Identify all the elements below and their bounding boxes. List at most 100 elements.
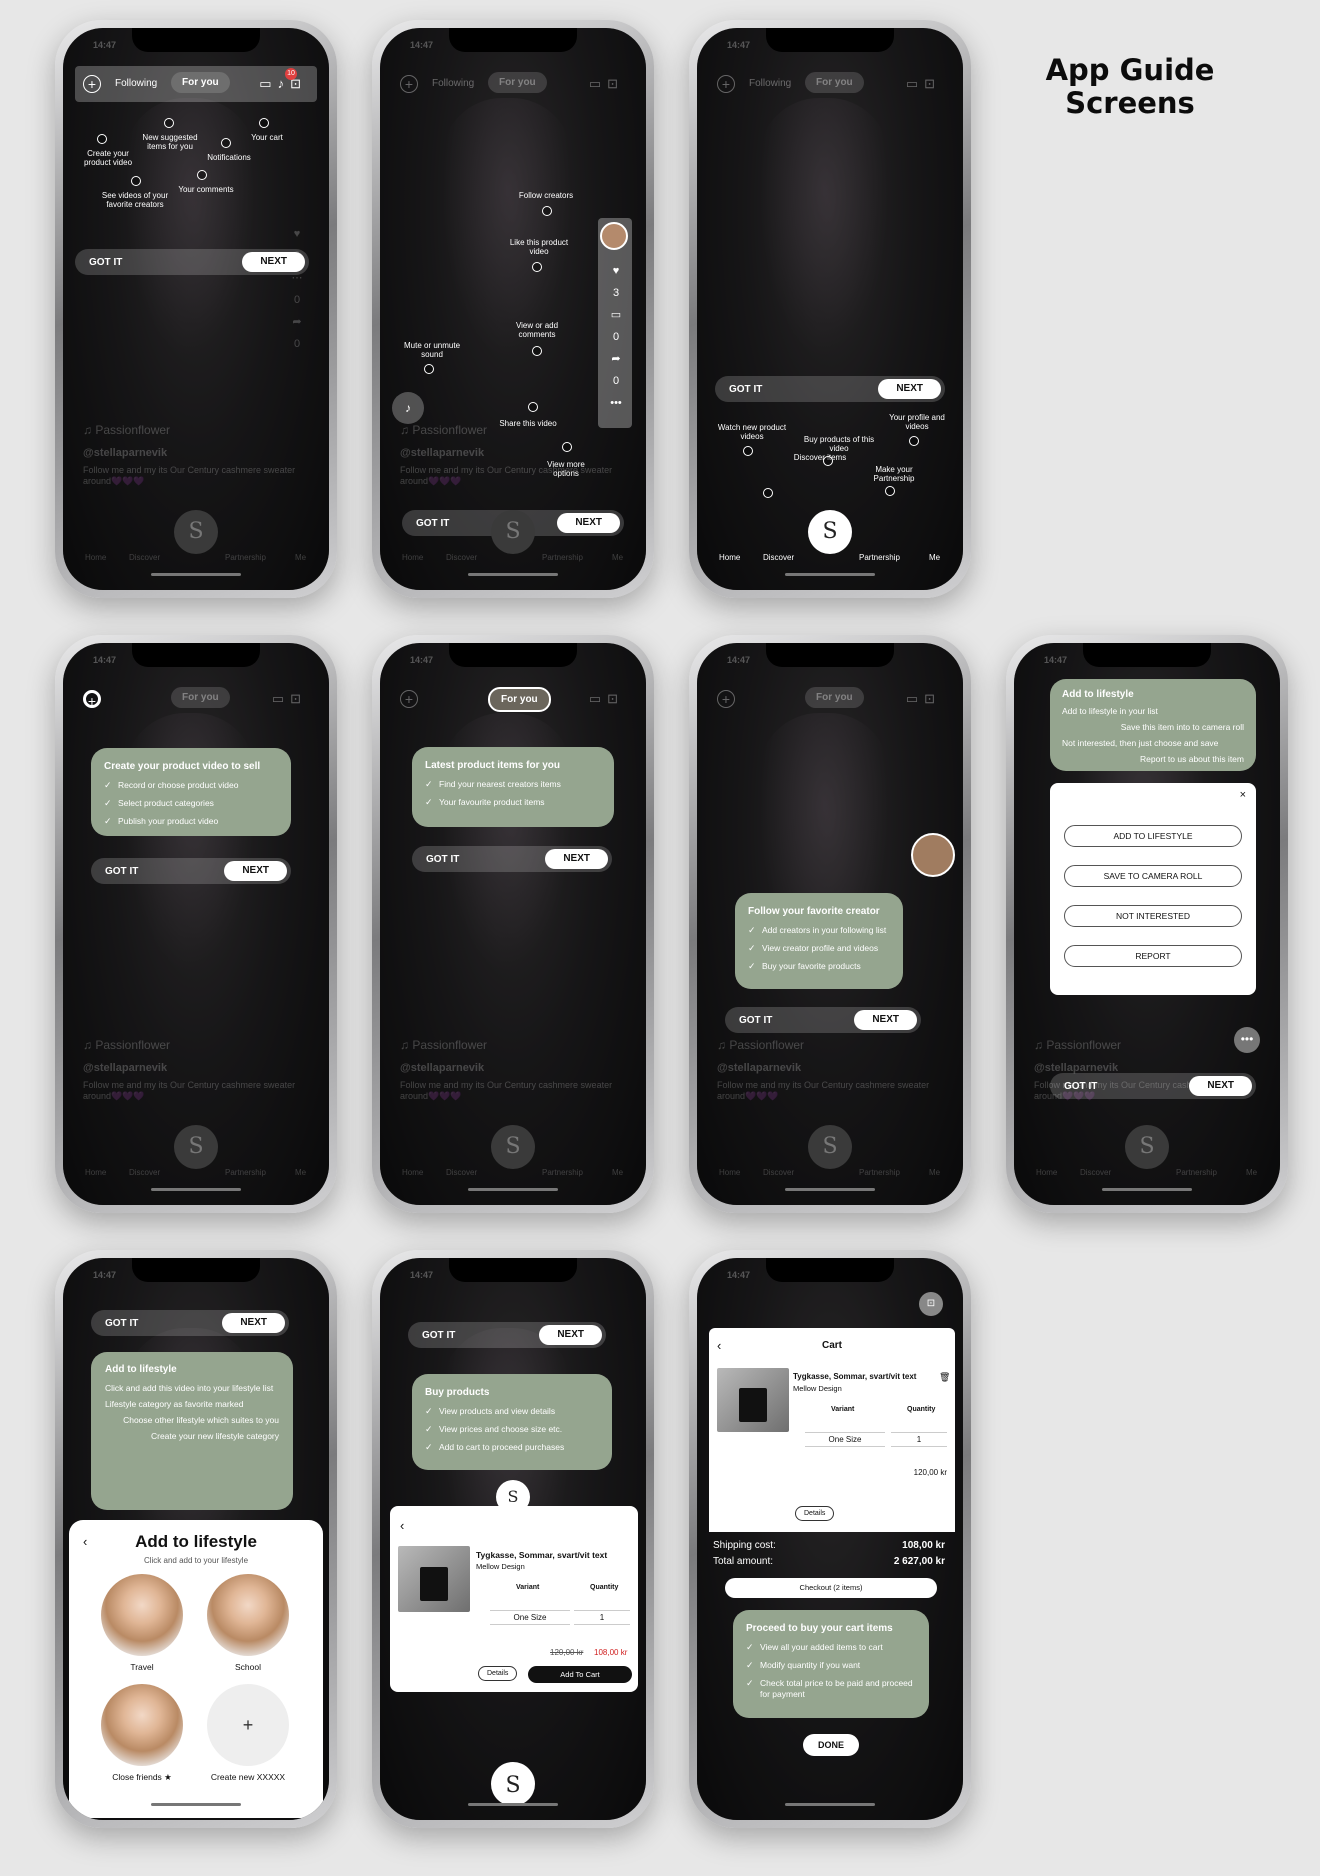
comments-icon[interactable]: ▭ [259, 76, 277, 91]
nav-partnership[interactable]: Partnership [225, 1168, 266, 1177]
mute-icon[interactable]: ♪ [392, 392, 424, 424]
nav-home[interactable]: Home [85, 1168, 106, 1177]
nav-me[interactable]: Me [929, 553, 940, 562]
nav-me[interactable]: Me [1246, 1168, 1257, 1177]
next-button[interactable]: NEXT [539, 1325, 602, 1345]
nav-me[interactable]: Me [929, 1168, 940, 1177]
screen-5: 14:47 + For you ▭⊡ Latest product items … [380, 643, 646, 1205]
details-button[interactable]: Details [795, 1506, 835, 1521]
got-it-button[interactable]: GOT IT [729, 384, 762, 395]
got-it-button[interactable]: GOT IT [89, 257, 122, 268]
next-button[interactable]: NEXT [222, 1313, 285, 1333]
create-video-button[interactable]: + [400, 75, 418, 93]
nav-partnership[interactable]: Partnership [859, 1168, 900, 1177]
nav-home[interactable]: Home [1036, 1168, 1057, 1177]
nav-discover[interactable]: Discover [763, 1168, 794, 1177]
old-price: 120,00 kr [550, 1648, 584, 1657]
creator-avatar[interactable] [600, 222, 628, 250]
guide-card: Follow your favorite creator Add creator… [735, 893, 903, 989]
bottom-nav: Home Discover S Partnership Me [63, 1125, 329, 1183]
got-it-button[interactable]: GOT IT [739, 1015, 772, 1026]
trash-icon[interactable]: 🗑 [939, 1372, 950, 1383]
s-logo-button[interactable]: S [174, 510, 218, 554]
done-button[interactable]: DONE [803, 1734, 859, 1756]
create-video-button[interactable]: + [83, 690, 101, 709]
got-it-button[interactable]: GOT IT [105, 866, 138, 877]
s-logo-button[interactable]: S [808, 1125, 852, 1169]
quantity-stepper[interactable]: 1 [891, 1432, 947, 1447]
nav-partnership[interactable]: Partnership [859, 553, 900, 562]
got-it-button[interactable]: GOT IT [422, 1330, 455, 1341]
guide-controls: GOT IT NEXT [1050, 1073, 1256, 1099]
create-video-button[interactable]: + [83, 75, 101, 93]
report-button[interactable]: REPORT [1064, 945, 1242, 967]
create-lifestyle-button[interactable]: + [207, 1684, 289, 1766]
next-button[interactable]: NEXT [224, 861, 287, 881]
nav-partnership[interactable]: Partnership [542, 553, 583, 562]
product-image [717, 1368, 789, 1432]
nav-discover[interactable]: Discover [1080, 1168, 1111, 1177]
add-to-lifestyle-button[interactable]: ADD TO LIFESTYLE [1064, 825, 1242, 847]
nav-partnership[interactable]: Partnership [1176, 1168, 1217, 1177]
nav-me[interactable]: Me [295, 553, 306, 562]
got-it-button[interactable]: GOT IT [1064, 1081, 1097, 1092]
nav-me[interactable]: Me [295, 1168, 306, 1177]
tab-for-you[interactable]: For you [805, 687, 864, 708]
s-logo-button[interactable]: S [491, 1125, 535, 1169]
checkout-button[interactable]: Checkout (2 items) [725, 1578, 937, 1598]
next-button[interactable]: NEXT [878, 379, 941, 399]
nav-discover[interactable]: Discover [129, 553, 160, 562]
creator-avatar[interactable] [911, 833, 955, 877]
close-icon[interactable]: × [1240, 789, 1246, 801]
create-video-button[interactable]: + [717, 690, 735, 708]
nav-home[interactable]: Home [85, 553, 106, 562]
lifestyle-close-friends[interactable] [101, 1684, 183, 1766]
next-button[interactable]: NEXT [545, 849, 608, 869]
nav-me[interactable]: Me [612, 1168, 623, 1177]
variant-select[interactable]: One Size [490, 1610, 570, 1625]
nav-discover[interactable]: Discover [129, 1168, 160, 1177]
tab-for-you[interactable]: For you [171, 687, 230, 708]
tab-following[interactable]: Following [432, 78, 474, 89]
next-button[interactable]: NEXT [1189, 1076, 1252, 1096]
tab-for-you[interactable]: For you [488, 687, 551, 712]
tab-for-you[interactable]: For you [488, 72, 547, 93]
s-logo-button[interactable]: S [808, 510, 852, 554]
nav-home[interactable]: Home [402, 1168, 423, 1177]
tab-for-you[interactable]: For you [171, 72, 230, 93]
nav-home[interactable]: Home [719, 553, 740, 562]
nav-discover[interactable]: Discover [446, 1168, 477, 1177]
variant-select[interactable]: One Size [805, 1432, 885, 1447]
s-logo-button[interactable]: S [491, 510, 535, 554]
lifestyle-travel[interactable] [101, 1574, 183, 1656]
nav-home[interactable]: Home [719, 1168, 740, 1177]
lifestyle-school[interactable] [207, 1574, 289, 1656]
s-logo-button[interactable]: S [491, 1762, 535, 1806]
details-button[interactable]: Details [478, 1666, 518, 1681]
not-interested-button[interactable]: NOT INTERESTED [1064, 905, 1242, 927]
create-video-button[interactable]: + [400, 690, 418, 708]
next-button[interactable]: NEXT [854, 1010, 917, 1030]
nav-partnership[interactable]: Partnership [542, 1168, 583, 1177]
back-chevron-icon[interactable]: ‹ [400, 1518, 404, 1533]
nav-discover[interactable]: Discover [763, 553, 794, 562]
nav-partnership[interactable]: Partnership [225, 553, 266, 562]
quantity-stepper[interactable]: 1 [574, 1610, 630, 1625]
cart-icon[interactable]: ⊡ [919, 1292, 943, 1316]
nav-discover[interactable]: Discover [446, 553, 477, 562]
s-logo-button[interactable]: S [174, 1125, 218, 1169]
guide-card: Add to lifestyle Add to lifestyle in you… [1050, 679, 1256, 771]
add-to-cart-button[interactable]: Add To Cart [528, 1666, 632, 1683]
tab-following[interactable]: Following [749, 78, 791, 89]
tab-for-you[interactable]: For you [805, 72, 864, 93]
tab-following[interactable]: Following [115, 78, 157, 89]
video-info: ♫ Passionflower @stellaparnevik Follow m… [83, 1038, 296, 1101]
got-it-button[interactable]: GOT IT [426, 854, 459, 865]
got-it-button[interactable]: GOT IT [105, 1318, 138, 1329]
guide-controls: GOT IT NEXT [75, 249, 309, 275]
nav-me[interactable]: Me [612, 553, 623, 562]
create-video-button[interactable]: + [717, 75, 735, 93]
nav-home[interactable]: Home [402, 553, 423, 562]
save-camera-roll-button[interactable]: SAVE TO CAMERA ROLL [1064, 865, 1242, 887]
s-logo-button[interactable]: S [1125, 1125, 1169, 1169]
